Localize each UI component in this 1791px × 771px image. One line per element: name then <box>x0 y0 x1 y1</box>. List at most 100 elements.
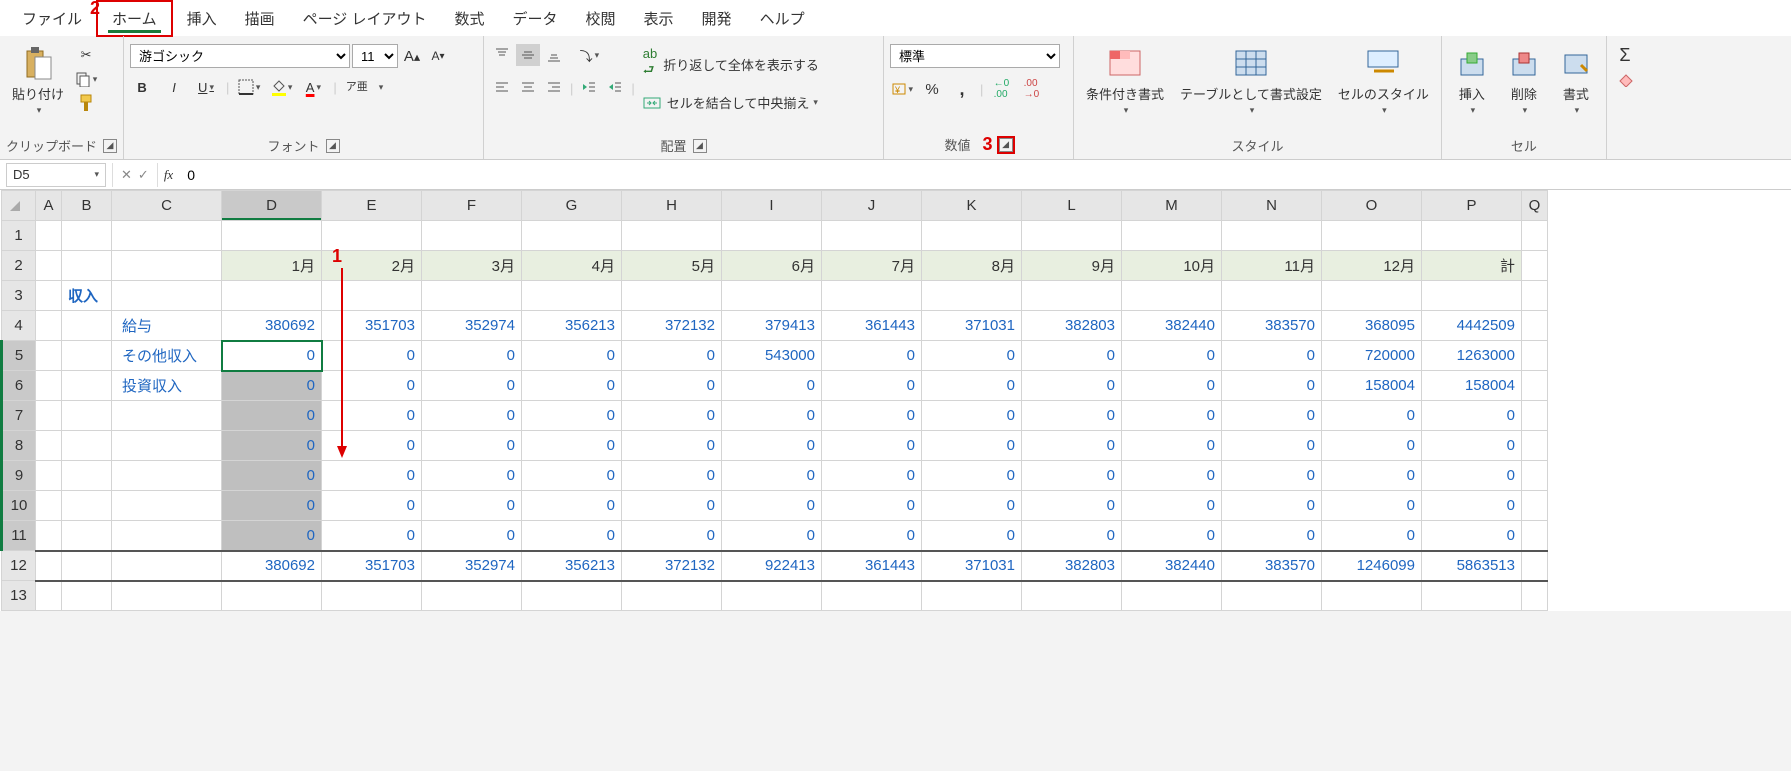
orientation-button[interactable]: ⤵▾ <box>577 44 601 66</box>
column-header-P[interactable]: P <box>1422 191 1522 221</box>
cell[interactable] <box>1522 311 1548 341</box>
italic-button[interactable]: I <box>162 76 186 98</box>
data-cell[interactable]: 0 <box>1322 491 1422 521</box>
decrease-decimal-button[interactable]: .00→0 <box>1019 78 1043 100</box>
data-cell[interactable]: 158004 <box>1322 371 1422 401</box>
menu-insert[interactable]: 挿入 <box>173 2 231 35</box>
cell[interactable] <box>522 581 622 611</box>
number-format-combo[interactable]: 標準 <box>890 44 1060 68</box>
menu-data[interactable]: データ <box>499 2 572 35</box>
menu-formulas[interactable]: 数式 <box>440 2 498 35</box>
data-cell[interactable]: 0 <box>222 341 322 371</box>
data-cell[interactable]: 0 <box>522 491 622 521</box>
data-cell[interactable]: 0 <box>922 431 1022 461</box>
increase-font-button[interactable]: A▴ <box>400 45 424 67</box>
enter-formula-button[interactable]: ✓ <box>138 167 149 183</box>
total-cell[interactable]: 922413 <box>722 551 822 581</box>
data-cell[interactable]: 0 <box>822 371 922 401</box>
cell[interactable] <box>1522 281 1548 311</box>
data-cell[interactable]: 0 <box>422 491 522 521</box>
row-header-11[interactable]: 11 <box>2 521 36 551</box>
cell[interactable] <box>36 551 62 581</box>
column-header-F[interactable]: F <box>422 191 522 221</box>
column-header-L[interactable]: L <box>1022 191 1122 221</box>
month-header[interactable]: 10月 <box>1122 251 1222 281</box>
cell[interactable] <box>422 281 522 311</box>
data-cell[interactable]: 0 <box>522 431 622 461</box>
data-cell[interactable]: 0 <box>1022 521 1122 551</box>
menu-home[interactable]: ホーム <box>96 0 173 37</box>
bold-button[interactable]: B <box>130 76 154 98</box>
data-cell[interactable]: 0 <box>1022 341 1122 371</box>
data-cell[interactable]: 372132 <box>622 311 722 341</box>
column-header-B[interactable]: B <box>62 191 112 221</box>
column-header-J[interactable]: J <box>822 191 922 221</box>
data-cell[interactable]: 0 <box>1422 401 1522 431</box>
cut-button[interactable]: ✂ <box>74 44 98 66</box>
cell[interactable] <box>62 551 112 581</box>
menu-file[interactable]: ファイル <box>8 2 96 35</box>
cell[interactable] <box>422 221 522 251</box>
format-cells-button[interactable]: 書式▾ <box>1552 44 1600 118</box>
cell[interactable] <box>1022 281 1122 311</box>
cell[interactable] <box>36 491 62 521</box>
spreadsheet-grid[interactable]: ABCDEFGHIJKLMNOPQ121月2月3月4月5月6月7月8月9月10月… <box>0 190 1791 611</box>
clear-button[interactable] <box>1613 68 1637 90</box>
row-label[interactable] <box>112 491 222 521</box>
data-cell[interactable]: 0 <box>1322 431 1422 461</box>
data-cell[interactable]: 0 <box>1022 431 1122 461</box>
data-cell[interactable]: 720000 <box>1322 341 1422 371</box>
month-header[interactable]: 9月 <box>1022 251 1122 281</box>
data-cell[interactable]: 0 <box>1222 341 1322 371</box>
cell[interactable] <box>1222 581 1322 611</box>
row-header-12[interactable]: 12 <box>2 551 36 581</box>
underline-button[interactable]: U▾ <box>194 76 218 98</box>
font-size-combo[interactable]: 11 <box>352 44 398 68</box>
row-label[interactable]: その他収入 <box>112 341 222 371</box>
data-cell[interactable]: 371031 <box>922 311 1022 341</box>
data-cell[interactable]: 0 <box>422 401 522 431</box>
column-header-E[interactable]: E <box>322 191 422 221</box>
cell[interactable] <box>62 461 112 491</box>
menu-help[interactable]: ヘルプ <box>746 2 819 35</box>
cell[interactable] <box>522 221 622 251</box>
column-header-I[interactable]: I <box>722 191 822 221</box>
column-header-Q[interactable]: Q <box>1522 191 1548 221</box>
data-cell[interactable]: 0 <box>222 491 322 521</box>
month-header[interactable]: 3月 <box>422 251 522 281</box>
month-header[interactable]: 2月 <box>322 251 422 281</box>
column-header-D[interactable]: D <box>222 191 322 221</box>
cell[interactable] <box>1022 581 1122 611</box>
data-cell[interactable]: 0 <box>1422 521 1522 551</box>
cell[interactable] <box>112 251 222 281</box>
data-cell[interactable]: 0 <box>622 461 722 491</box>
cell[interactable] <box>322 221 422 251</box>
data-cell[interactable]: 0 <box>522 371 622 401</box>
cell[interactable] <box>922 221 1022 251</box>
cell[interactable] <box>822 221 922 251</box>
column-header-N[interactable]: N <box>1222 191 1322 221</box>
data-cell[interactable]: 0 <box>922 341 1022 371</box>
data-cell[interactable]: 0 <box>922 521 1022 551</box>
total-cell[interactable]: 382803 <box>1022 551 1122 581</box>
data-cell[interactable]: 0 <box>722 431 822 461</box>
data-cell[interactable]: 0 <box>1422 461 1522 491</box>
row-header-9[interactable]: 9 <box>2 461 36 491</box>
cell[interactable] <box>1422 221 1522 251</box>
data-cell[interactable]: 0 <box>822 341 922 371</box>
cell[interactable] <box>1122 221 1222 251</box>
data-cell[interactable]: 0 <box>322 401 422 431</box>
data-cell[interactable]: 0 <box>522 341 622 371</box>
select-all-corner[interactable] <box>2 191 36 221</box>
autosum-button[interactable]: Σ <box>1613 44 1637 66</box>
cell[interactable] <box>822 581 922 611</box>
data-cell[interactable]: 0 <box>322 431 422 461</box>
month-header[interactable]: 4月 <box>522 251 622 281</box>
cell[interactable] <box>62 251 112 281</box>
clipboard-launcher[interactable]: ◢ <box>103 139 117 153</box>
fill-color-button[interactable]: ▾ <box>269 76 293 98</box>
data-cell[interactable]: 0 <box>322 371 422 401</box>
cell[interactable] <box>322 581 422 611</box>
cell[interactable] <box>1522 401 1548 431</box>
data-cell[interactable]: 368095 <box>1322 311 1422 341</box>
